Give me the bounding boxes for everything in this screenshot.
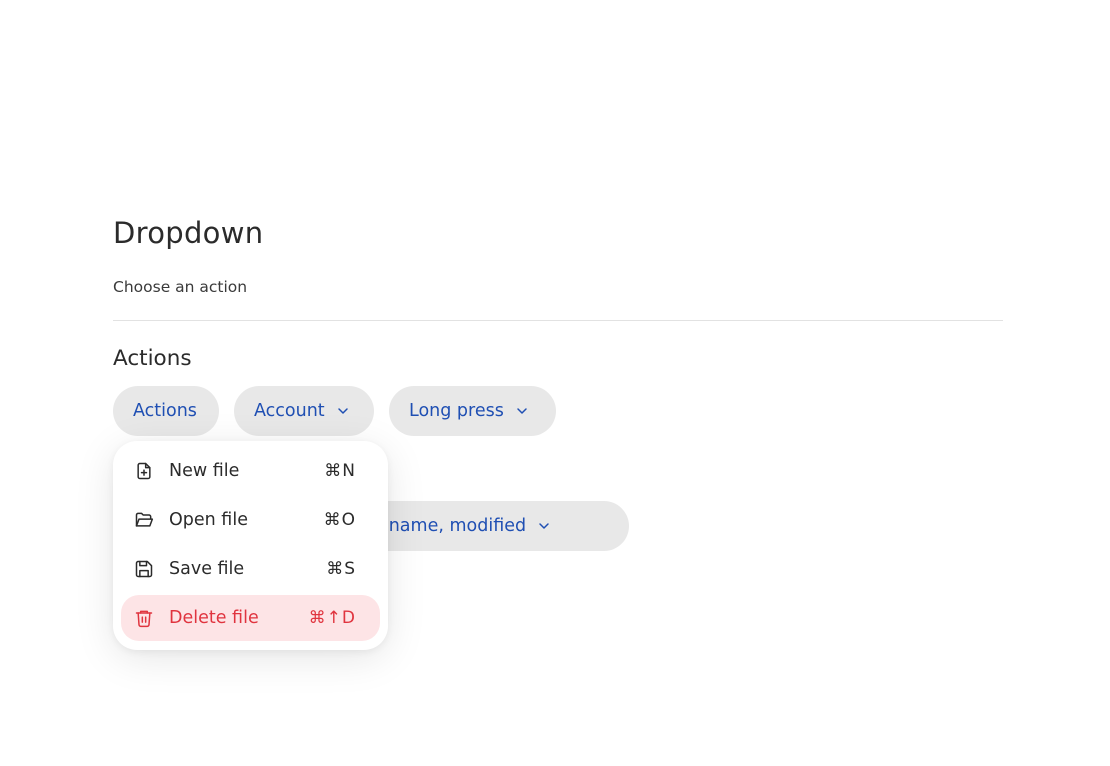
chevron-down-icon: [538, 520, 550, 532]
actions-dropdown-menu: New file ⌘N Open file ⌘O Save file ⌘S De…: [113, 441, 388, 650]
page: Dropdown Choose an action Actions Action…: [0, 0, 1110, 766]
save-icon: [134, 559, 154, 579]
menu-item-label: Save file: [169, 559, 245, 579]
long-press-button-label: Long press: [409, 401, 504, 421]
account-dropdown-button[interactable]: Account: [234, 386, 374, 436]
page-title: Dropdown: [113, 216, 264, 250]
menu-item-new-file[interactable]: New file ⌘N: [121, 448, 380, 494]
section-title: Actions: [113, 346, 192, 371]
menu-item-label: Delete file: [169, 608, 259, 628]
menu-item-open-file[interactable]: Open file ⌘O: [121, 497, 380, 543]
divider: [113, 320, 1003, 321]
menu-item-save-file[interactable]: Save file ⌘S: [121, 546, 380, 592]
folder-open-icon: [134, 510, 154, 530]
actions-dropdown-button[interactable]: Actions: [113, 386, 219, 436]
trash-icon: [134, 608, 154, 628]
menu-item-label: New file: [169, 461, 240, 481]
file-plus-icon: [134, 461, 154, 481]
menu-item-shortcut: ⌘O: [323, 510, 356, 530]
chevron-down-icon: [337, 405, 349, 417]
menu-item-shortcut: ⌘↑D: [308, 608, 356, 628]
menu-item-shortcut: ⌘S: [326, 559, 356, 579]
menu-item-label: Open file: [169, 510, 248, 530]
chevron-down-icon: [516, 405, 528, 417]
long-press-dropdown-button[interactable]: Long press: [389, 386, 556, 436]
menu-item-shortcut: ⌘N: [324, 461, 356, 481]
menu-item-delete-file[interactable]: Delete file ⌘↑D: [121, 595, 380, 641]
actions-button-label: Actions: [133, 401, 197, 421]
page-subtitle: Choose an action: [113, 278, 248, 296]
account-button-label: Account: [254, 401, 325, 421]
